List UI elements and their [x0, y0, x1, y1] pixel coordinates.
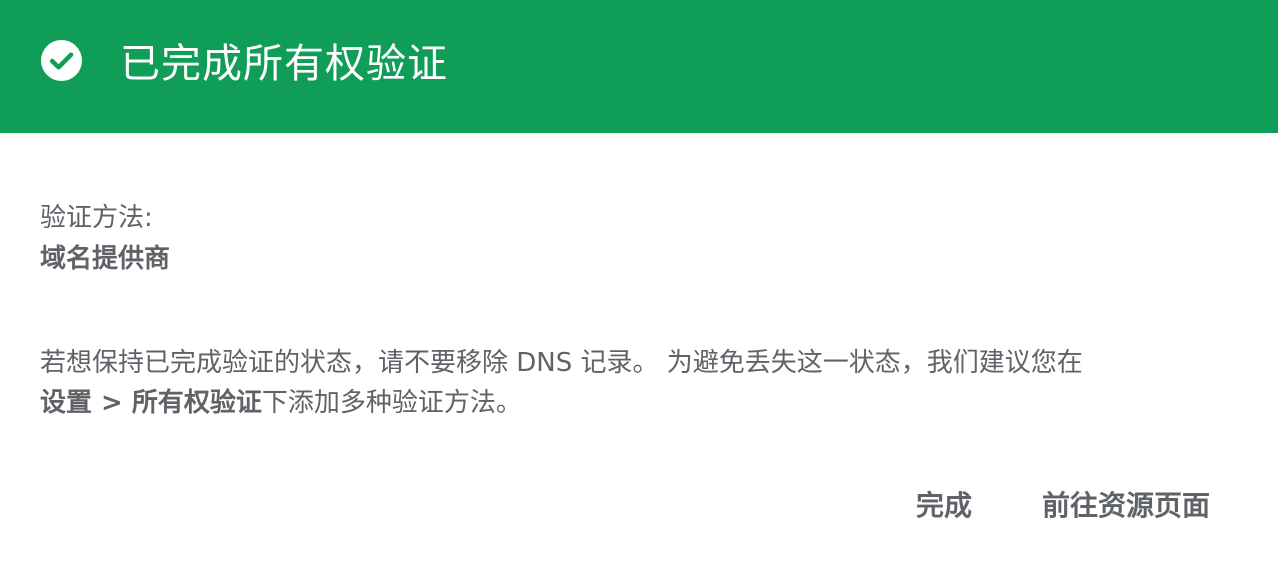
- dialog-header: 已完成所有权验证: [0, 0, 1278, 133]
- verification-method-value: 域名提供商: [40, 244, 171, 274]
- verification-method-label: 验证方法:: [40, 203, 153, 233]
- info-message-line-2: 设置 > 所有权验证下添加多种验证方法。: [40, 383, 1240, 423]
- info-message-line-2-rest: 下添加多种验证方法。: [261, 388, 522, 418]
- go-to-property-button[interactable]: 前往资源页面: [1042, 484, 1210, 528]
- dialog-title: 已完成所有权验证: [120, 41, 448, 87]
- settings-path: 设置 > 所有权验证: [40, 388, 262, 418]
- check-circle-icon: [41, 40, 82, 81]
- done-button[interactable]: 完成: [916, 484, 972, 528]
- verification-dialog: 已完成所有权验证 验证方法: 域名提供商 若想保持已完成验证的状态，请不要移除 …: [0, 0, 1278, 566]
- info-message-line-1: 若想保持已完成验证的状态，请不要移除 DNS 记录。 为避免丢失这一状态，我们建…: [40, 348, 1083, 378]
- info-message: 若想保持已完成验证的状态，请不要移除 DNS 记录。 为避免丢失这一状态，我们建…: [40, 343, 1240, 423]
